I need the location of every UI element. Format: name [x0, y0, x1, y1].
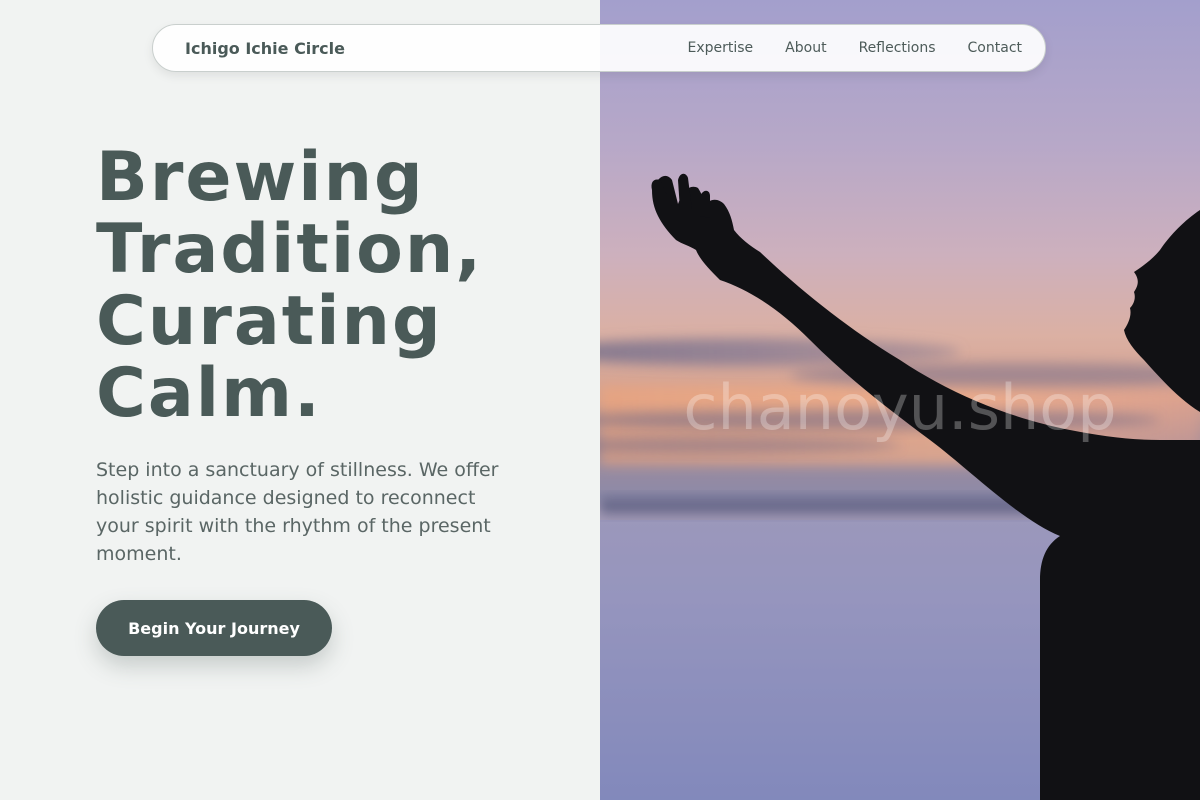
top-navbar: Ichigo Ichie Circle Expertise About Refl…: [152, 24, 1046, 72]
hero-title-line: Curating: [96, 282, 443, 361]
nav-links: Expertise About Reflections Contact: [687, 40, 1022, 56]
hero-title-line: Tradition,: [96, 210, 484, 289]
brand-logo[interactable]: Ichigo Ichie Circle: [185, 39, 345, 58]
hero-title-line: Brewing: [96, 138, 425, 217]
nav-link-reflections[interactable]: Reflections: [859, 40, 936, 56]
nav-link-contact[interactable]: Contact: [968, 40, 1022, 56]
nav-link-expertise[interactable]: Expertise: [687, 40, 753, 56]
hero-subtitle: Step into a sanctuary of stillness. We o…: [96, 459, 499, 565]
begin-journey-button[interactable]: Begin Your Journey: [96, 600, 332, 656]
hero-image: chanoyu.shop: [600, 0, 1200, 800]
hero-title-line: Calm.: [96, 354, 322, 433]
hero-title: Brewing Tradition, Curating Calm.: [96, 142, 576, 430]
image-watermark: chanoyu.shop: [683, 371, 1117, 444]
page: chanoyu.shop Ichigo Ichie Circle Experti…: [0, 0, 1200, 800]
nav-link-about[interactable]: About: [785, 40, 826, 56]
